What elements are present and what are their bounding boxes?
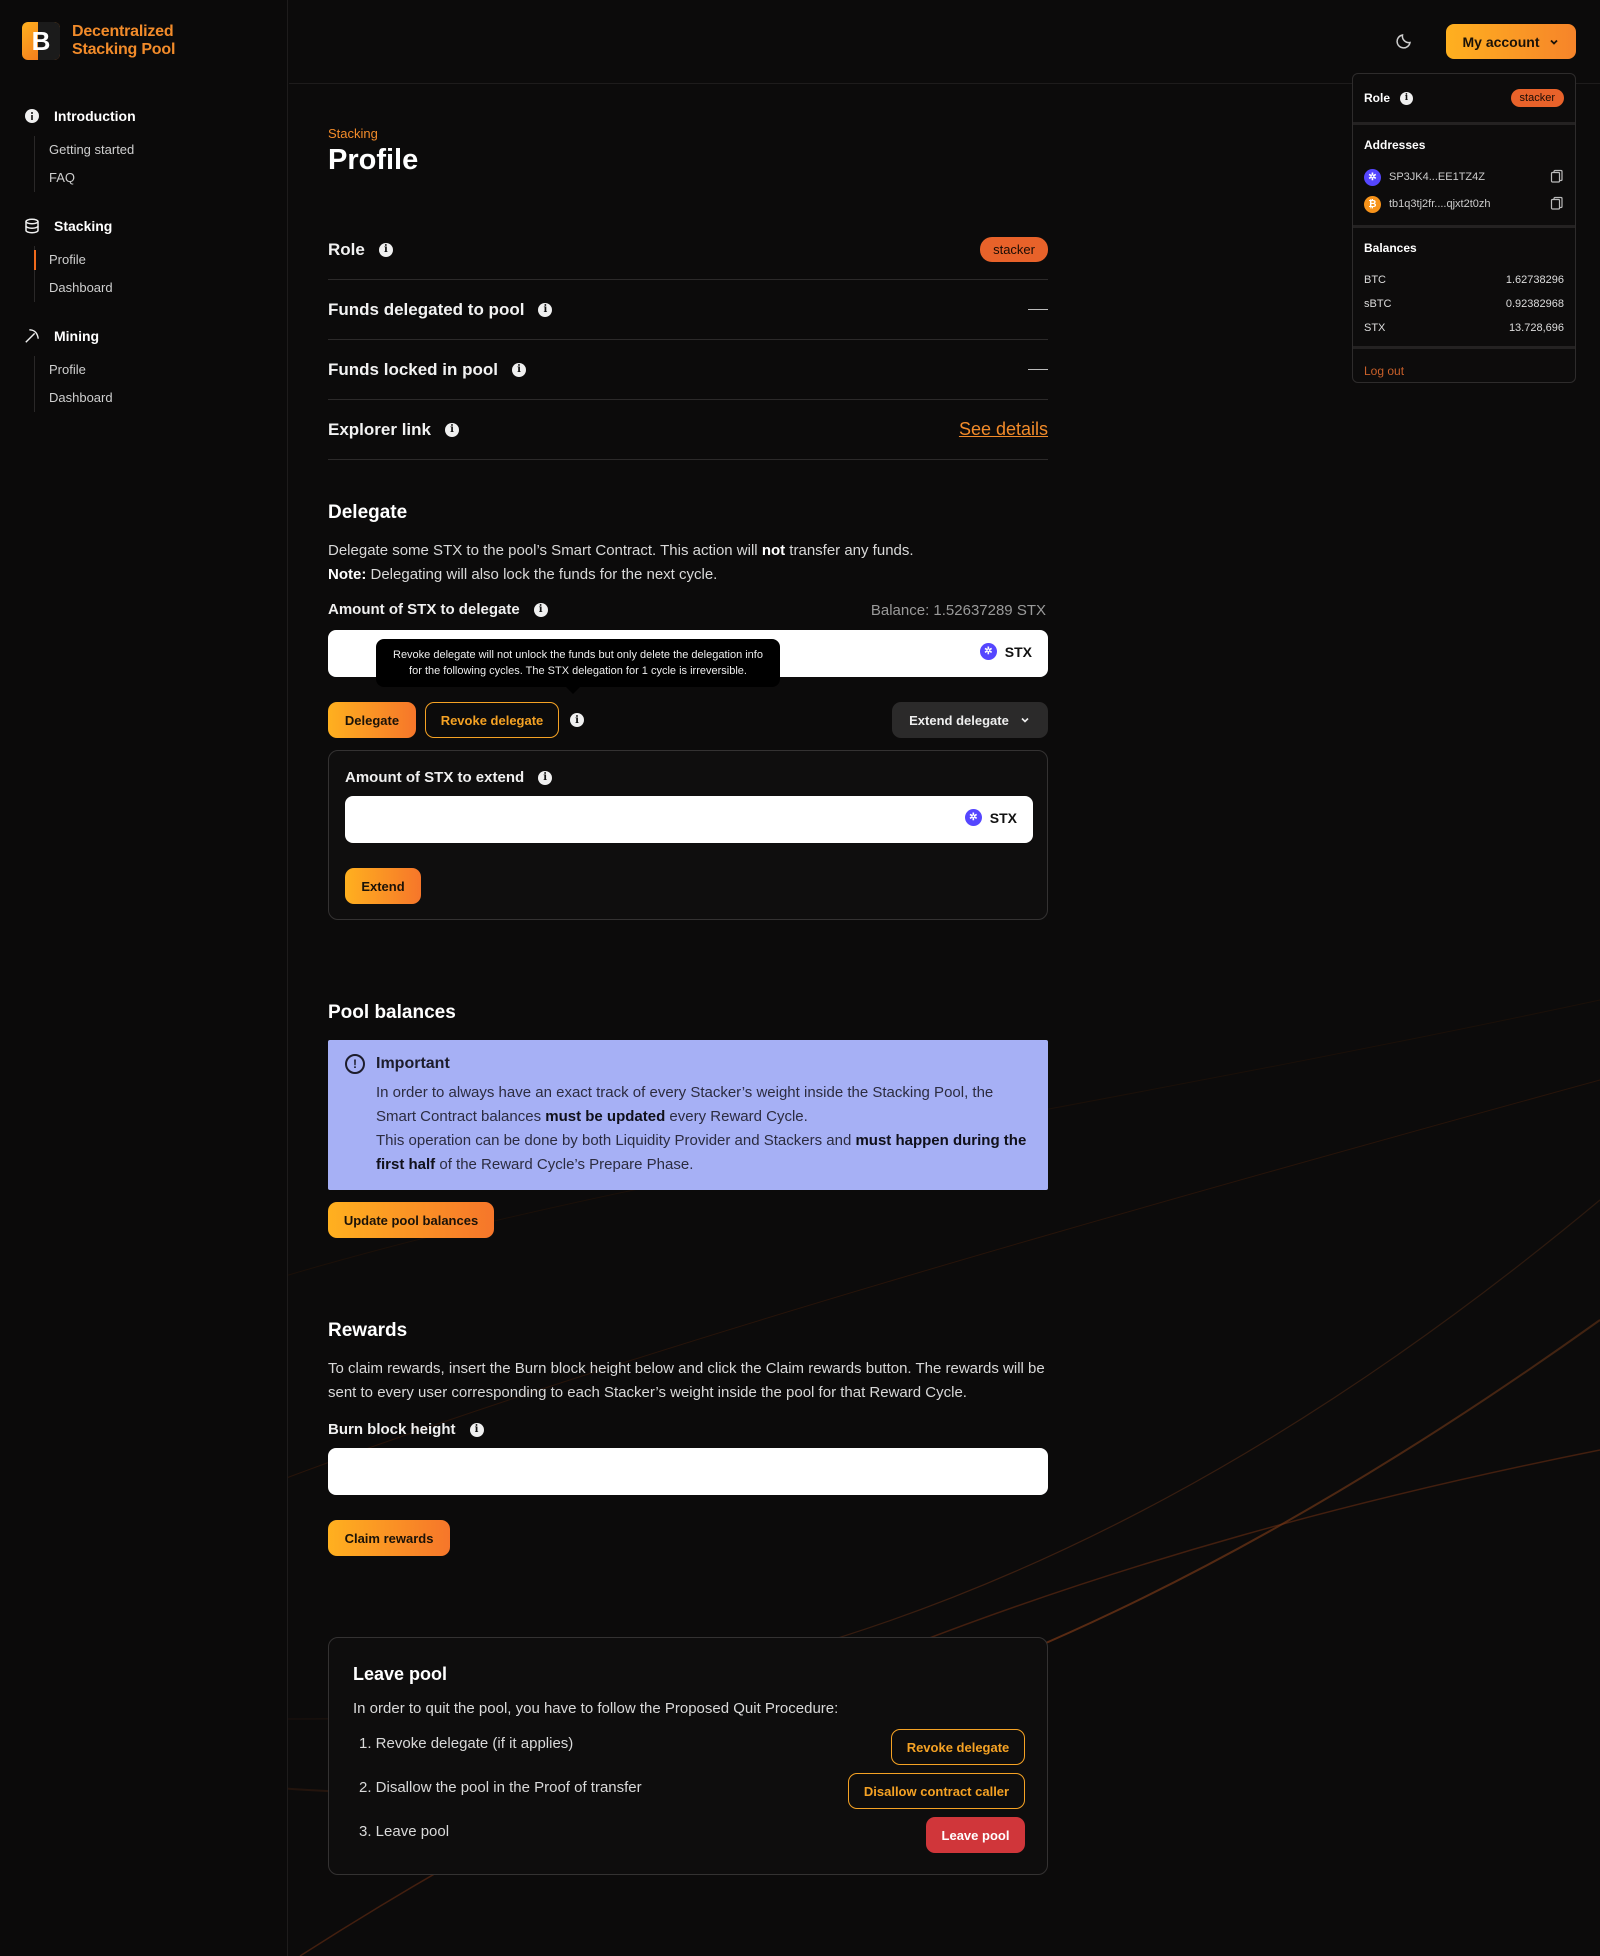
nav-item-mining-dashboard[interactable]: Dashboard <box>49 384 274 412</box>
funds-delegated-row: Funds delegated to pool i <box>328 280 1048 340</box>
stx-balance-text: Balance: 1.52637289 STX <box>870 602 1046 619</box>
nav-head-introduction[interactable]: Introduction <box>24 108 274 124</box>
delegate-heading: Delegate <box>328 502 408 523</box>
database-icon <box>24 218 40 234</box>
nav-head-stacking[interactable]: Stacking <box>24 218 274 234</box>
see-details-link[interactable]: See details <box>959 419 1048 440</box>
chevron-down-icon <box>1549 39 1558 45</box>
info-icon[interactable]: i <box>1400 91 1414 105</box>
stx-address: SP3JK4...EE1TZ4Z <box>1389 171 1485 183</box>
logo-line-1: Decentralized <box>72 23 174 40</box>
nav-item-getting-started[interactable]: Getting started <box>49 136 274 164</box>
top-bar: My account <box>289 0 1600 84</box>
page-title: Profile <box>328 144 419 176</box>
alert-body: In order to always have an exact track o… <box>376 1084 1027 1173</box>
leave-pool-heading: Leave pool <box>353 1664 448 1684</box>
leave-pool-card: Leave pool In order to quit the pool, yo… <box>328 1637 1048 1875</box>
disallow-contract-caller-button[interactable]: Disallow contract caller <box>848 1773 1025 1809</box>
info-icon[interactable]: i <box>469 1422 484 1437</box>
extend-button[interactable]: Extend <box>345 868 421 904</box>
rewards-heading: Rewards <box>328 1320 408 1341</box>
extend-amount-input[interactable]: ✲ STX <box>345 796 1033 843</box>
btc-address-row: ₿ tb1q3tj2fr....qjxt2t0zh <box>1353 189 1575 219</box>
info-icon[interactable]: i <box>378 242 393 257</box>
revoke-delegate-button[interactable]: Revoke delegate <box>425 702 559 738</box>
logo-line-2: Stacking Pool <box>72 41 176 58</box>
delegate-description: Delegate some STX to the pool’s Smart Co… <box>328 542 914 583</box>
extend-amount-field[interactable] <box>345 796 896 843</box>
delegate-button[interactable]: Delegate <box>328 702 416 738</box>
info-icon[interactable]: i <box>444 422 459 437</box>
nav-item-faq[interactable]: FAQ <box>49 164 274 192</box>
logo-mark: B <box>22 22 60 60</box>
nav-section-introduction: Introduction Getting started FAQ <box>24 108 274 192</box>
extend-amount-label: Amount of STX to extend i <box>345 769 553 786</box>
moon-icon[interactable] <box>1395 30 1419 54</box>
rewards-description: To claim rewards, insert the Burn block … <box>328 1360 1045 1401</box>
app-logo[interactable]: B Decentralized Stacking Pool <box>22 22 175 60</box>
nav-item-stacking-dashboard[interactable]: Dashboard <box>49 274 274 302</box>
pickaxe-icon <box>24 328 40 344</box>
nav-item-mining-profile[interactable]: Profile <box>49 356 274 384</box>
balance-row-sbtc: sBTC 0.92382968 <box>1364 298 1564 310</box>
claim-rewards-button[interactable]: Claim rewards <box>328 1520 450 1556</box>
sidebar: B Decentralized Stacking Pool Introducti… <box>0 0 288 1956</box>
account-dropdown: Role i stacker Addresses ✲ SP3JK4...EE1TZ… <box>1352 73 1576 383</box>
pool-balances-heading: Pool balances <box>328 1002 456 1023</box>
important-alert: ! Important In order to always have an e… <box>328 1040 1048 1190</box>
info-icon[interactable]: i <box>538 302 553 317</box>
step-revoke-delegate-button[interactable]: Revoke delegate <box>891 1729 1025 1765</box>
extend-delegate-button[interactable]: Extend delegate <box>892 702 1048 738</box>
breadcrumb[interactable]: Stacking <box>328 126 378 141</box>
my-account-button[interactable]: My account <box>1446 24 1576 59</box>
role-badge: stacker <box>980 237 1048 262</box>
delegate-amount-label: Amount of STX to delegate i <box>328 601 548 618</box>
burn-block-height-field[interactable] <box>328 1448 904 1495</box>
panel-addresses-label: Addresses <box>1364 138 1426 152</box>
update-pool-balances-button[interactable]: Update pool balances <box>328 1202 494 1238</box>
info-icon[interactable]: i <box>570 713 584 727</box>
nav-section-mining: Mining Profile Dashboard <box>24 328 274 412</box>
btc-address: tb1q3tj2fr....qjxt2t0zh <box>1389 198 1491 210</box>
role-row: Role i stacker <box>328 220 1048 280</box>
empty-value-dash <box>1028 309 1048 310</box>
quit-step-1: 1. Revoke delegate (if it applies) <box>359 1735 574 1752</box>
nav-section-stacking: Stacking Profile Dashboard <box>24 218 274 302</box>
stacks-icon: ✲ <box>1364 168 1381 186</box>
leave-pool-button[interactable]: Leave pool <box>926 1817 1025 1853</box>
extend-card: Amount of STX to extend i ✲ STX Extend <box>328 750 1048 920</box>
stx-address-row: ✲ SP3JK4...EE1TZ4Z <box>1353 165 1575 189</box>
stacks-icon: ✲ <box>979 643 997 660</box>
info-icon[interactable]: i <box>512 362 526 377</box>
empty-value-dash <box>1028 369 1048 370</box>
info-icon[interactable]: i <box>533 602 548 617</box>
logout-link[interactable]: Log out <box>1364 364 1404 378</box>
balance-row-btc: BTC 1.62738296 <box>1364 274 1564 286</box>
panel-role-label: Role <box>1364 91 1391 105</box>
chevron-down-icon <box>1021 717 1029 723</box>
alert-icon: ! <box>345 1054 365 1074</box>
alert-title: Important <box>376 1055 450 1072</box>
quit-step-2: 2. Disallow the pool in the Proof of tra… <box>359 1779 642 1796</box>
info-icon[interactable]: i <box>538 770 553 785</box>
quit-step-3: 3. Leave pool <box>359 1823 450 1840</box>
stacks-icon: ✲ <box>964 809 982 826</box>
info-icon <box>24 108 40 124</box>
balance-row-stx: STX 13.728,696 <box>1364 322 1564 334</box>
burn-block-height-label: Burn block height i <box>328 1421 484 1438</box>
copy-icon[interactable] <box>1550 196 1564 213</box>
leave-pool-description: In order to quit the pool, you have to f… <box>353 1700 839 1717</box>
explorer-link-row: Explorer link i See details <box>328 400 1048 460</box>
revoke-tooltip: Revoke delegate will not unlock the fund… <box>376 639 780 694</box>
panel-balances-label: Balances <box>1364 241 1417 255</box>
funds-locked-row: Funds locked in pool i <box>328 340 1048 400</box>
bitcoin-icon: ₿ <box>1364 195 1381 213</box>
panel-role-badge: stacker <box>1510 89 1564 107</box>
nav-head-mining[interactable]: Mining <box>24 328 274 344</box>
nav-item-stacking-profile[interactable]: Profile <box>34 246 274 274</box>
burn-block-height-input[interactable] <box>328 1448 1048 1495</box>
copy-icon[interactable] <box>1550 169 1564 186</box>
